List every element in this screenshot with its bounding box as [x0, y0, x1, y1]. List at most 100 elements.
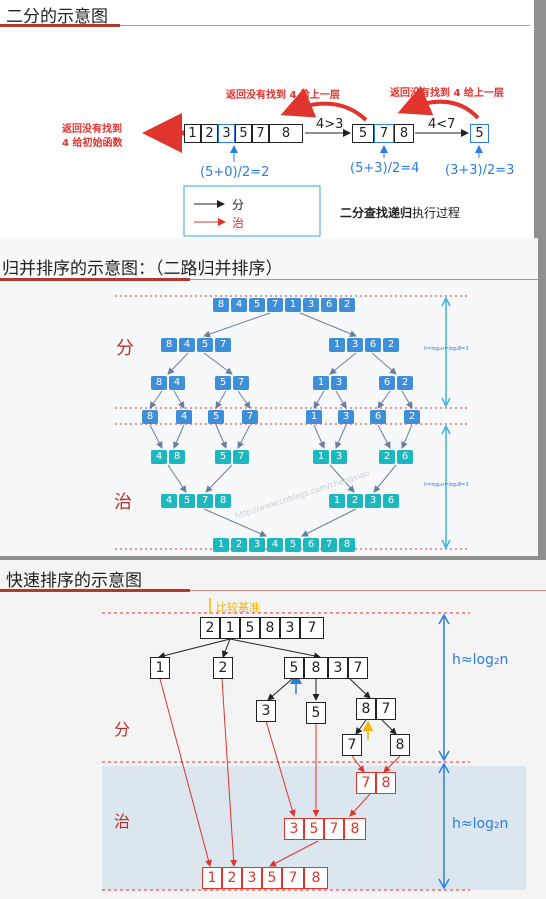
- split-cell: 1: [306, 410, 322, 424]
- array-cell: 8: [269, 124, 303, 143]
- merge-cell: 4: [161, 494, 177, 508]
- sub-array-cell: 7: [374, 124, 394, 143]
- merge-arrow: [313, 390, 325, 409]
- caption-rest: 执行过程: [412, 206, 461, 220]
- merge-cell: 8: [376, 772, 396, 794]
- array-cell: 8: [260, 617, 280, 639]
- result-cell: 5: [262, 867, 282, 889]
- merge-arrow: [401, 424, 413, 449]
- merge-cell: 3: [249, 538, 265, 552]
- height-formula-bottom: h=log₂n=log₂8=3: [424, 482, 469, 488]
- caption-bold: 二分查找递归: [340, 206, 413, 220]
- split-cell: 5: [249, 298, 265, 312]
- binary-search-slide: 二分的示意图 1 2 3 5 7 8 4>3 4<7 5 7 8 5 (5+0)…: [0, 0, 534, 238]
- merge-cell: 8: [215, 494, 231, 508]
- merge-cell: 3: [365, 494, 381, 508]
- merge-cell: 5: [215, 450, 231, 464]
- split-cell: 7: [242, 410, 258, 424]
- merge-cell: 5: [179, 494, 195, 508]
- quick-sort-slide: 快速排序的示意图 比较基准 2 1 5 8 3 7 1 2 5 8 3 7 3 …: [0, 560, 546, 899]
- return-initial-line2: 4 给初始函数: [62, 138, 123, 149]
- split-cell: 3: [338, 410, 354, 424]
- height-formula-top: h=log₂n=log₂8=3: [424, 346, 469, 352]
- merge-arrow: [215, 424, 227, 449]
- merge-arrow: [149, 390, 163, 409]
- split-cell: 7: [215, 338, 231, 352]
- split-cell: 6: [370, 410, 386, 424]
- merge-arrow: [335, 424, 347, 449]
- merge-cell: 6: [383, 494, 399, 508]
- mid-formula-3: (3+3)/2=3: [445, 163, 515, 178]
- merge-arrow: [329, 352, 357, 375]
- legend-box: [183, 185, 321, 237]
- compare-label-2: 4<7: [428, 117, 456, 132]
- array-cell: 5: [240, 617, 260, 639]
- pivot-label: 比较基准: [216, 601, 260, 614]
- merge-cell: 7: [321, 538, 337, 552]
- conquer-label: 治: [114, 492, 132, 513]
- split-cell: 6: [365, 338, 381, 352]
- merge-cell: 7: [324, 818, 344, 840]
- merge-cell: 3: [331, 450, 347, 464]
- return-text-2: 返回没有找到 4 给上一层: [390, 88, 504, 99]
- split-cell: 4: [231, 298, 247, 312]
- return-arrow-2: [397, 85, 480, 120]
- merge-cell: 6: [397, 450, 413, 464]
- split-cell: 8: [161, 338, 177, 352]
- caption: 二分查找递归执行过程: [340, 204, 460, 221]
- split-cell: 1: [329, 338, 345, 352]
- split-cell: 4: [169, 376, 185, 390]
- merge-cell: 8: [169, 450, 185, 464]
- merge-cell: 2: [347, 494, 363, 508]
- merge-cell: 1: [329, 494, 345, 508]
- merge-arrow: [373, 464, 397, 493]
- array-cell: 7: [300, 617, 324, 639]
- compare-label-1: 4>3: [316, 117, 344, 132]
- array-cell: 2: [201, 124, 218, 143]
- quick-sort-diagram: [102, 598, 470, 891]
- split-cell: 2: [397, 376, 413, 390]
- array-cell: 1: [220, 617, 240, 639]
- split-cell: 8: [151, 376, 167, 390]
- split-cell: 2: [404, 410, 420, 424]
- legend-divide-label: 分: [232, 198, 245, 212]
- merge-arrow: [335, 390, 347, 409]
- array-cell: 7: [252, 124, 269, 143]
- merge-arrow: [167, 464, 187, 493]
- left-cell: 1: [150, 657, 170, 679]
- merge-arrow: [203, 352, 233, 375]
- sub-array-cell: 8: [394, 124, 414, 143]
- merge-arrow: [173, 424, 185, 449]
- leaf-cell: 8: [390, 734, 410, 756]
- merge-arrow: [313, 424, 325, 449]
- return-text-1: 返回没有找到 4 给上一层: [226, 90, 340, 101]
- result-cell: 3: [242, 867, 262, 889]
- split-cell: 6: [379, 376, 395, 390]
- right-cell: 7: [348, 657, 368, 679]
- sub-cell: 7: [376, 698, 396, 720]
- result-cell: 2: [222, 867, 242, 889]
- merge-cell: 5: [285, 538, 301, 552]
- right-cell: 8: [304, 657, 328, 679]
- merge-cell: 2: [379, 450, 395, 464]
- merge-arrow: [237, 424, 251, 449]
- array-cell: 1: [184, 124, 201, 143]
- merge-arrow: [237, 390, 251, 409]
- divide-label: 分: [116, 338, 134, 359]
- merge-arrow: [205, 464, 233, 493]
- merge-cell: 6: [303, 538, 319, 552]
- merge-sort-slide: 归并排序的示意图：（二路归并排序） 8457136284571362845713…: [0, 238, 538, 556]
- merge-cell: 1: [213, 538, 229, 552]
- final-cell: 5: [470, 124, 489, 143]
- merge-cell: 2: [231, 538, 247, 552]
- array-cell: 5: [235, 124, 252, 143]
- merge-cell: 1: [313, 450, 329, 464]
- merge-cell: 7: [233, 450, 249, 464]
- split-cell: 7: [267, 298, 283, 312]
- merge-cell: 5: [304, 818, 324, 840]
- split-cell: 3: [303, 298, 319, 312]
- split-cell: 8: [142, 410, 158, 424]
- merge-arrow: [401, 390, 413, 409]
- merge-arrow: [215, 390, 227, 409]
- leaf-cell: 7: [342, 734, 362, 756]
